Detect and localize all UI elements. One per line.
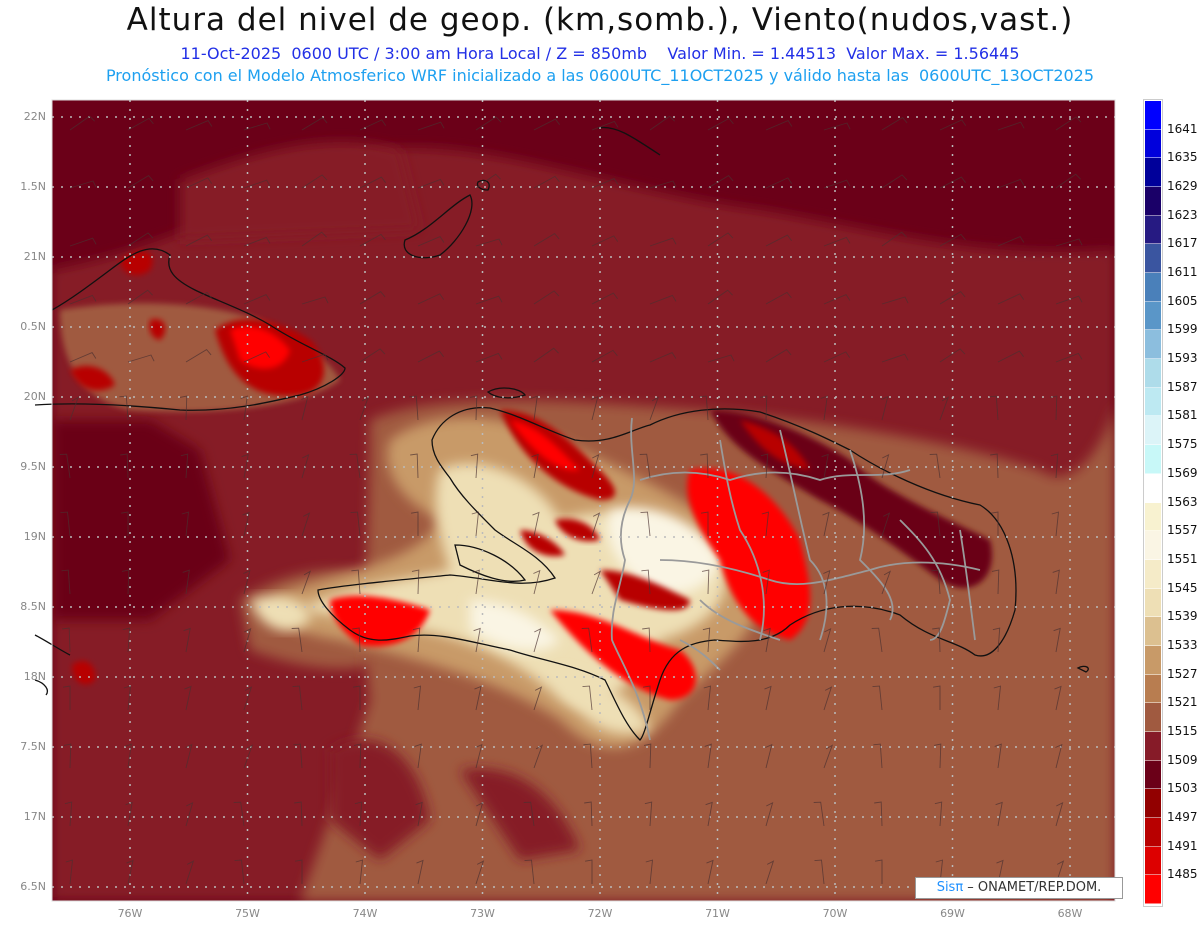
colorbar-swatch	[1145, 502, 1161, 532]
longitude-label: 68W	[1057, 907, 1083, 920]
colorbar-swatch	[1145, 129, 1161, 159]
colorbar-label: 1491	[1167, 838, 1198, 853]
colorbar-label: 1575	[1167, 437, 1198, 452]
colorbar-label: 1497	[1167, 809, 1198, 824]
colorbar-label: 1599	[1167, 322, 1198, 337]
latitude-label: 19N	[23, 530, 46, 543]
colorbar-swatch	[1145, 760, 1161, 790]
longitude-label: 72W	[587, 907, 613, 920]
colorbar-swatch	[1145, 731, 1161, 761]
colorbar-label: 1557	[1167, 523, 1198, 538]
colorbar-swatch	[1145, 416, 1161, 446]
latitude-label: 20N	[23, 390, 46, 403]
colorbar-label: 1515	[1167, 723, 1198, 738]
colorbar-swatch	[1145, 817, 1161, 847]
colorbar-label: 1521	[1167, 695, 1198, 710]
latitude-label: 1.5N	[20, 180, 46, 193]
credit-text: – ONAMET/REP.DOM.	[963, 880, 1102, 895]
latitude-label: 22N	[23, 110, 46, 123]
colorbar-label: 1641	[1167, 121, 1198, 136]
colorbar-label: 1551	[1167, 551, 1198, 566]
longitude-label: 73W	[470, 907, 495, 920]
colorbar-swatch	[1145, 559, 1161, 589]
colorbar-swatch	[1145, 187, 1161, 216]
colorbar-swatch	[1145, 330, 1161, 360]
colorbar-label: 1485	[1167, 867, 1198, 882]
longitude-label: 71W	[705, 907, 730, 920]
colorbar-swatch	[1145, 301, 1161, 331]
colorbar-label: 1623	[1167, 207, 1198, 222]
latitude-label: 7.5N	[20, 740, 46, 753]
colorbar-swatch	[1145, 875, 1161, 904]
colorbar-label: 1635	[1167, 150, 1198, 165]
longitude-label: 69W	[940, 907, 965, 920]
colorbar-swatch	[1145, 273, 1161, 302]
shaded-field	[52, 100, 1115, 901]
colorbar-label: 1569	[1167, 465, 1198, 480]
colorbar-swatch	[1145, 473, 1161, 503]
colorbar-label: 1545	[1167, 580, 1198, 595]
colorbar-swatch	[1145, 445, 1161, 474]
colorbar-swatch	[1145, 588, 1161, 618]
sispi-logo: Sisπ	[936, 880, 964, 895]
colorbar-label: 1593	[1167, 351, 1198, 366]
colorbar-label: 1503	[1167, 781, 1198, 796]
colorbar-swatch	[1145, 846, 1161, 876]
colorbar-label: 1629	[1167, 179, 1198, 194]
longitude-label: 74W	[352, 907, 378, 920]
credit-box: Sisπ – ONAMET/REP.DOM.	[915, 877, 1123, 899]
latitude-label: 6.5N	[20, 880, 46, 893]
colorbar-label: 1581	[1167, 408, 1198, 423]
colorbar-swatch	[1145, 703, 1161, 732]
geopotential-map	[34, 99, 1116, 902]
colorbar-label: 1533	[1167, 637, 1198, 652]
latitude-label: 18N	[23, 670, 46, 683]
colorbar-label: 1605	[1167, 293, 1198, 308]
colorbar-swatch	[1145, 215, 1161, 245]
longitude-label: 76W	[117, 907, 143, 920]
colorbar-label: 1617	[1167, 236, 1198, 251]
colorbar-swatch	[1145, 359, 1161, 388]
colorbar-swatch	[1145, 158, 1161, 188]
latitude-label: 8.5N	[20, 600, 46, 613]
colorbar-label: 1611	[1167, 265, 1198, 280]
colorbar-label: 1563	[1167, 494, 1198, 509]
latitude-label: 0.5N	[20, 320, 46, 333]
colorbar-swatch	[1145, 674, 1161, 704]
colorbar-swatch	[1145, 387, 1161, 417]
latitude-label: 17N	[23, 810, 46, 823]
colorbar-label: 1527	[1167, 666, 1198, 681]
longitude-label: 70W	[822, 907, 848, 920]
colorbar-swatch	[1145, 244, 1161, 274]
longitude-label: 75W	[235, 907, 260, 920]
colorbar-swatch	[1145, 101, 1161, 130]
colorbar-label: 1587	[1167, 379, 1198, 394]
colorbar-label: 1509	[1167, 752, 1198, 767]
colorbar-swatch	[1145, 617, 1161, 646]
latitude-label: 9.5N	[20, 460, 46, 473]
colorbar-swatch	[1145, 645, 1161, 675]
colorbar-label: 1539	[1167, 609, 1198, 624]
colorbar-swatch	[1145, 789, 1161, 818]
latitude-label: 21N	[23, 250, 46, 263]
colorbar-swatch	[1145, 531, 1161, 560]
